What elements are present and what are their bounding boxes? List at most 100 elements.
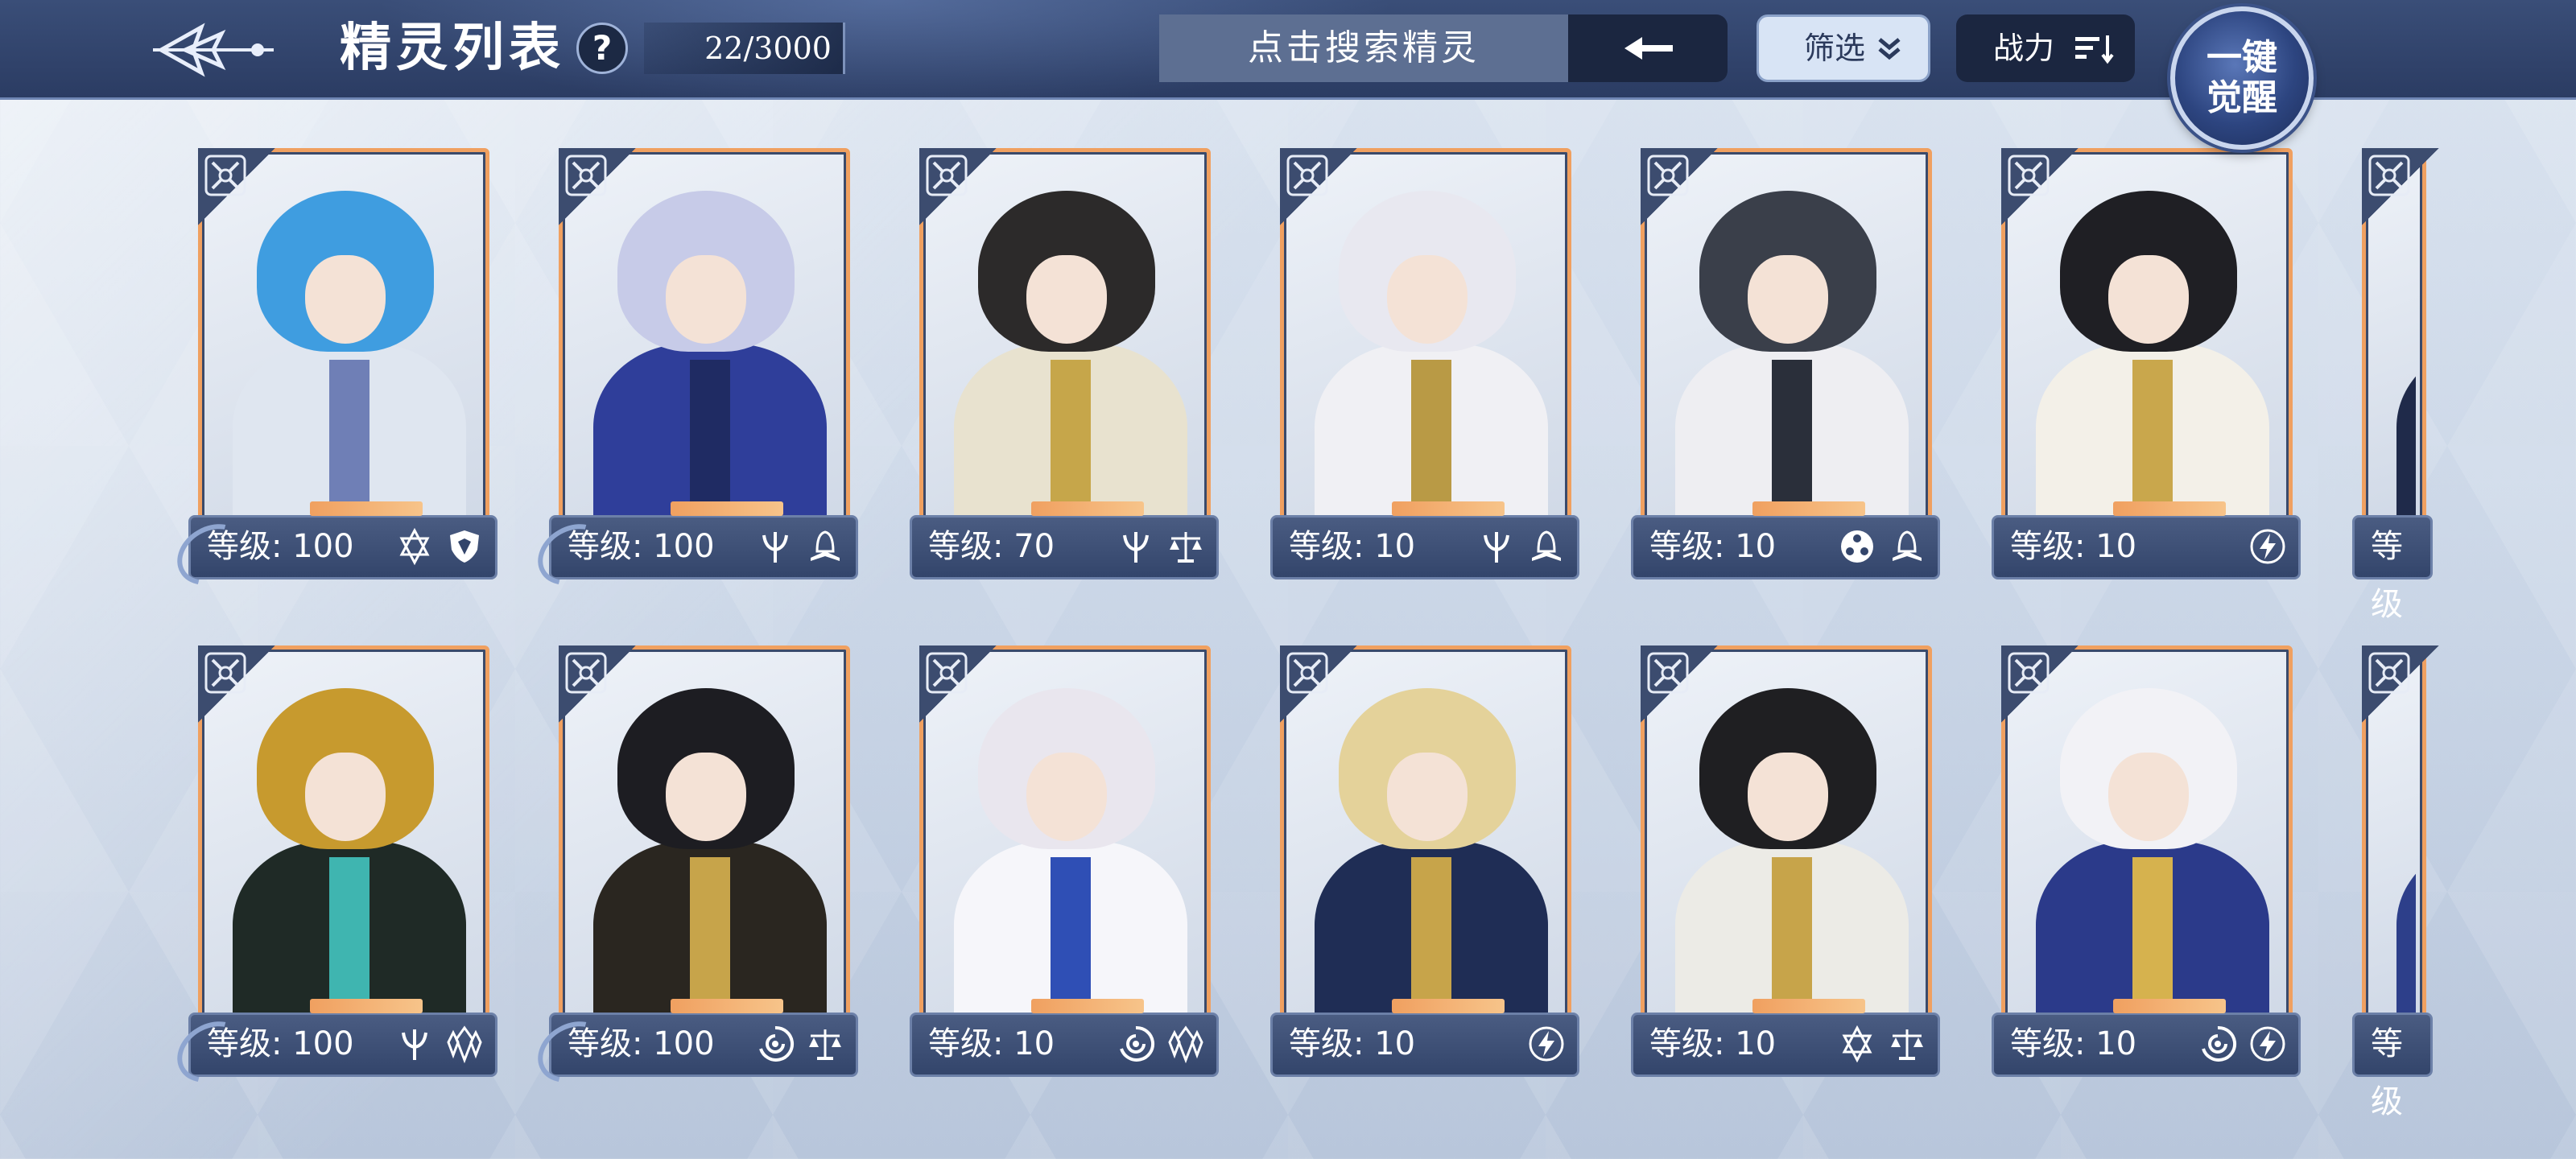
name-plate <box>1752 999 1865 1013</box>
spirit-card[interactable]: 等级: 10 <box>1262 148 1587 599</box>
spirit-card[interactable]: 等级: 10 <box>1623 148 1948 599</box>
name-plate <box>671 501 783 516</box>
tome-icon <box>1886 526 1928 567</box>
level-label: 等级 <box>2371 528 2403 623</box>
filter-button[interactable]: 筛选 <box>1757 14 1930 82</box>
lightning-icon <box>2247 526 2289 567</box>
name-plate <box>310 501 423 516</box>
spirit-card[interactable]: 等级: 10 <box>902 645 1227 1096</box>
back-emblem-icon <box>153 23 274 77</box>
tome-icon <box>1525 526 1567 567</box>
sort-label: 战力 <box>1993 31 2055 66</box>
clear-search-button[interactable] <box>1568 14 1728 82</box>
spirit-card[interactable]: 等级: 100 <box>526 645 866 1096</box>
level-bar: 等级 <box>2352 515 2433 623</box>
spirit-card[interactable]: 等级: 100 <box>166 148 506 599</box>
level-label: 等级: 10 <box>928 1025 1055 1062</box>
name-plate <box>671 999 783 1013</box>
page-title: 精灵列表 <box>340 19 565 78</box>
trident-icon <box>754 526 796 567</box>
name-plate <box>310 999 423 1013</box>
attribute-icons <box>754 1023 846 1070</box>
spirit-card[interactable]: 等级 <box>2344 645 2576 1120</box>
spirit-card[interactable]: 等级: 10 <box>1262 645 1587 1096</box>
element-emblem-icon <box>559 148 636 225</box>
shield-icon <box>444 526 485 567</box>
spirit-card[interactable]: 等级: 70 <box>902 148 1227 599</box>
level-label: 等级 <box>2371 1025 2403 1120</box>
name-plate <box>1392 999 1505 1013</box>
name-plate <box>1031 999 1144 1013</box>
level-label: 等级: 10 <box>1649 528 1777 565</box>
level-bar: 等级: 10 <box>1270 999 1579 1077</box>
name-plate <box>1031 501 1144 516</box>
trident-icon <box>394 1023 436 1065</box>
one-click-awaken-button[interactable]: 一键 觉醒 <box>2170 6 2314 150</box>
attribute-icons <box>394 526 485 572</box>
spirit-count: 22/3000 <box>644 23 845 74</box>
spirit-card[interactable]: 等级 <box>2344 148 2576 623</box>
spirit-card[interactable]: 等级: 10 <box>1984 148 2309 599</box>
element-emblem-icon <box>919 645 997 723</box>
name-plate <box>2113 999 2226 1013</box>
name-plate <box>2113 501 2226 516</box>
level-bar: 等级: 10 <box>1631 999 1940 1077</box>
attribute-icons <box>754 526 846 572</box>
back-button[interactable] <box>145 11 282 89</box>
tomoe-icon <box>1836 526 1878 567</box>
vortex-icon <box>1115 1023 1157 1065</box>
hexagram-icon <box>1836 1023 1878 1065</box>
spirit-card[interactable]: 等级: 100 <box>166 645 506 1096</box>
search-input[interactable]: 点击搜索精灵 <box>1159 14 1568 82</box>
level-label: 等级: 70 <box>928 528 1055 565</box>
element-emblem-icon <box>2001 645 2079 723</box>
awaken-label-line2: 觉醒 <box>2207 77 2277 118</box>
crystal-icon <box>1165 1023 1207 1065</box>
element-emblem-icon <box>2362 148 2439 225</box>
name-plate <box>1392 501 1505 516</box>
sort-descending-icon <box>2075 35 2114 64</box>
attribute-icons <box>2247 526 2289 572</box>
level-label: 等级: 10 <box>2010 1025 2137 1062</box>
spirit-card[interactable]: 等级: 10 <box>1984 645 2309 1096</box>
vortex-icon <box>2197 1023 2239 1065</box>
level-bar: 等级: 10 <box>910 999 1219 1077</box>
element-emblem-icon <box>1280 645 1357 723</box>
scales-icon <box>1886 1023 1928 1065</box>
level-bar: 等级: 10 <box>1992 501 2301 580</box>
level-label: 等级: 10 <box>2010 528 2137 565</box>
sort-by-power-button[interactable]: 战力 <box>1956 14 2135 82</box>
filter-label: 筛选 <box>1804 31 1866 66</box>
hexagram-icon <box>394 526 436 567</box>
element-emblem-icon <box>2001 148 2079 225</box>
lightning-icon <box>2247 1023 2289 1065</box>
element-emblem-icon <box>1641 148 1718 225</box>
level-label: 等级: 10 <box>1289 1025 1416 1062</box>
element-emblem-icon <box>1280 148 1357 225</box>
attribute-icons <box>1836 526 1928 572</box>
attribute-icons <box>1115 526 1207 572</box>
scales-icon <box>804 1023 846 1065</box>
lightning-icon <box>1525 1023 1567 1065</box>
element-emblem-icon <box>198 148 275 225</box>
level-bar: 等级 <box>2352 1013 2433 1120</box>
awaken-label-line1: 一键 <box>2207 37 2277 78</box>
attribute-icons <box>2197 1023 2289 1070</box>
attribute-icons <box>1525 1023 1567 1070</box>
element-emblem-icon <box>1641 645 1718 723</box>
level-label: 等级: 10 <box>1289 528 1416 565</box>
attribute-icons <box>394 1023 485 1070</box>
tome-icon <box>804 526 846 567</box>
attribute-icons <box>1115 1023 1207 1070</box>
element-emblem-icon <box>559 645 636 723</box>
crystal-icon <box>444 1023 485 1065</box>
element-emblem-icon <box>198 645 275 723</box>
vortex-icon <box>754 1023 796 1065</box>
level-bar: 等级: 70 <box>910 501 1219 580</box>
help-button[interactable]: ? <box>576 23 628 74</box>
spirit-card[interactable]: 等级: 100 <box>526 148 866 599</box>
level-bar: 等级: 10 <box>1992 999 2301 1077</box>
element-emblem-icon <box>919 148 997 225</box>
spirit-card[interactable]: 等级: 10 <box>1623 645 1948 1096</box>
attribute-icons <box>1476 526 1567 572</box>
